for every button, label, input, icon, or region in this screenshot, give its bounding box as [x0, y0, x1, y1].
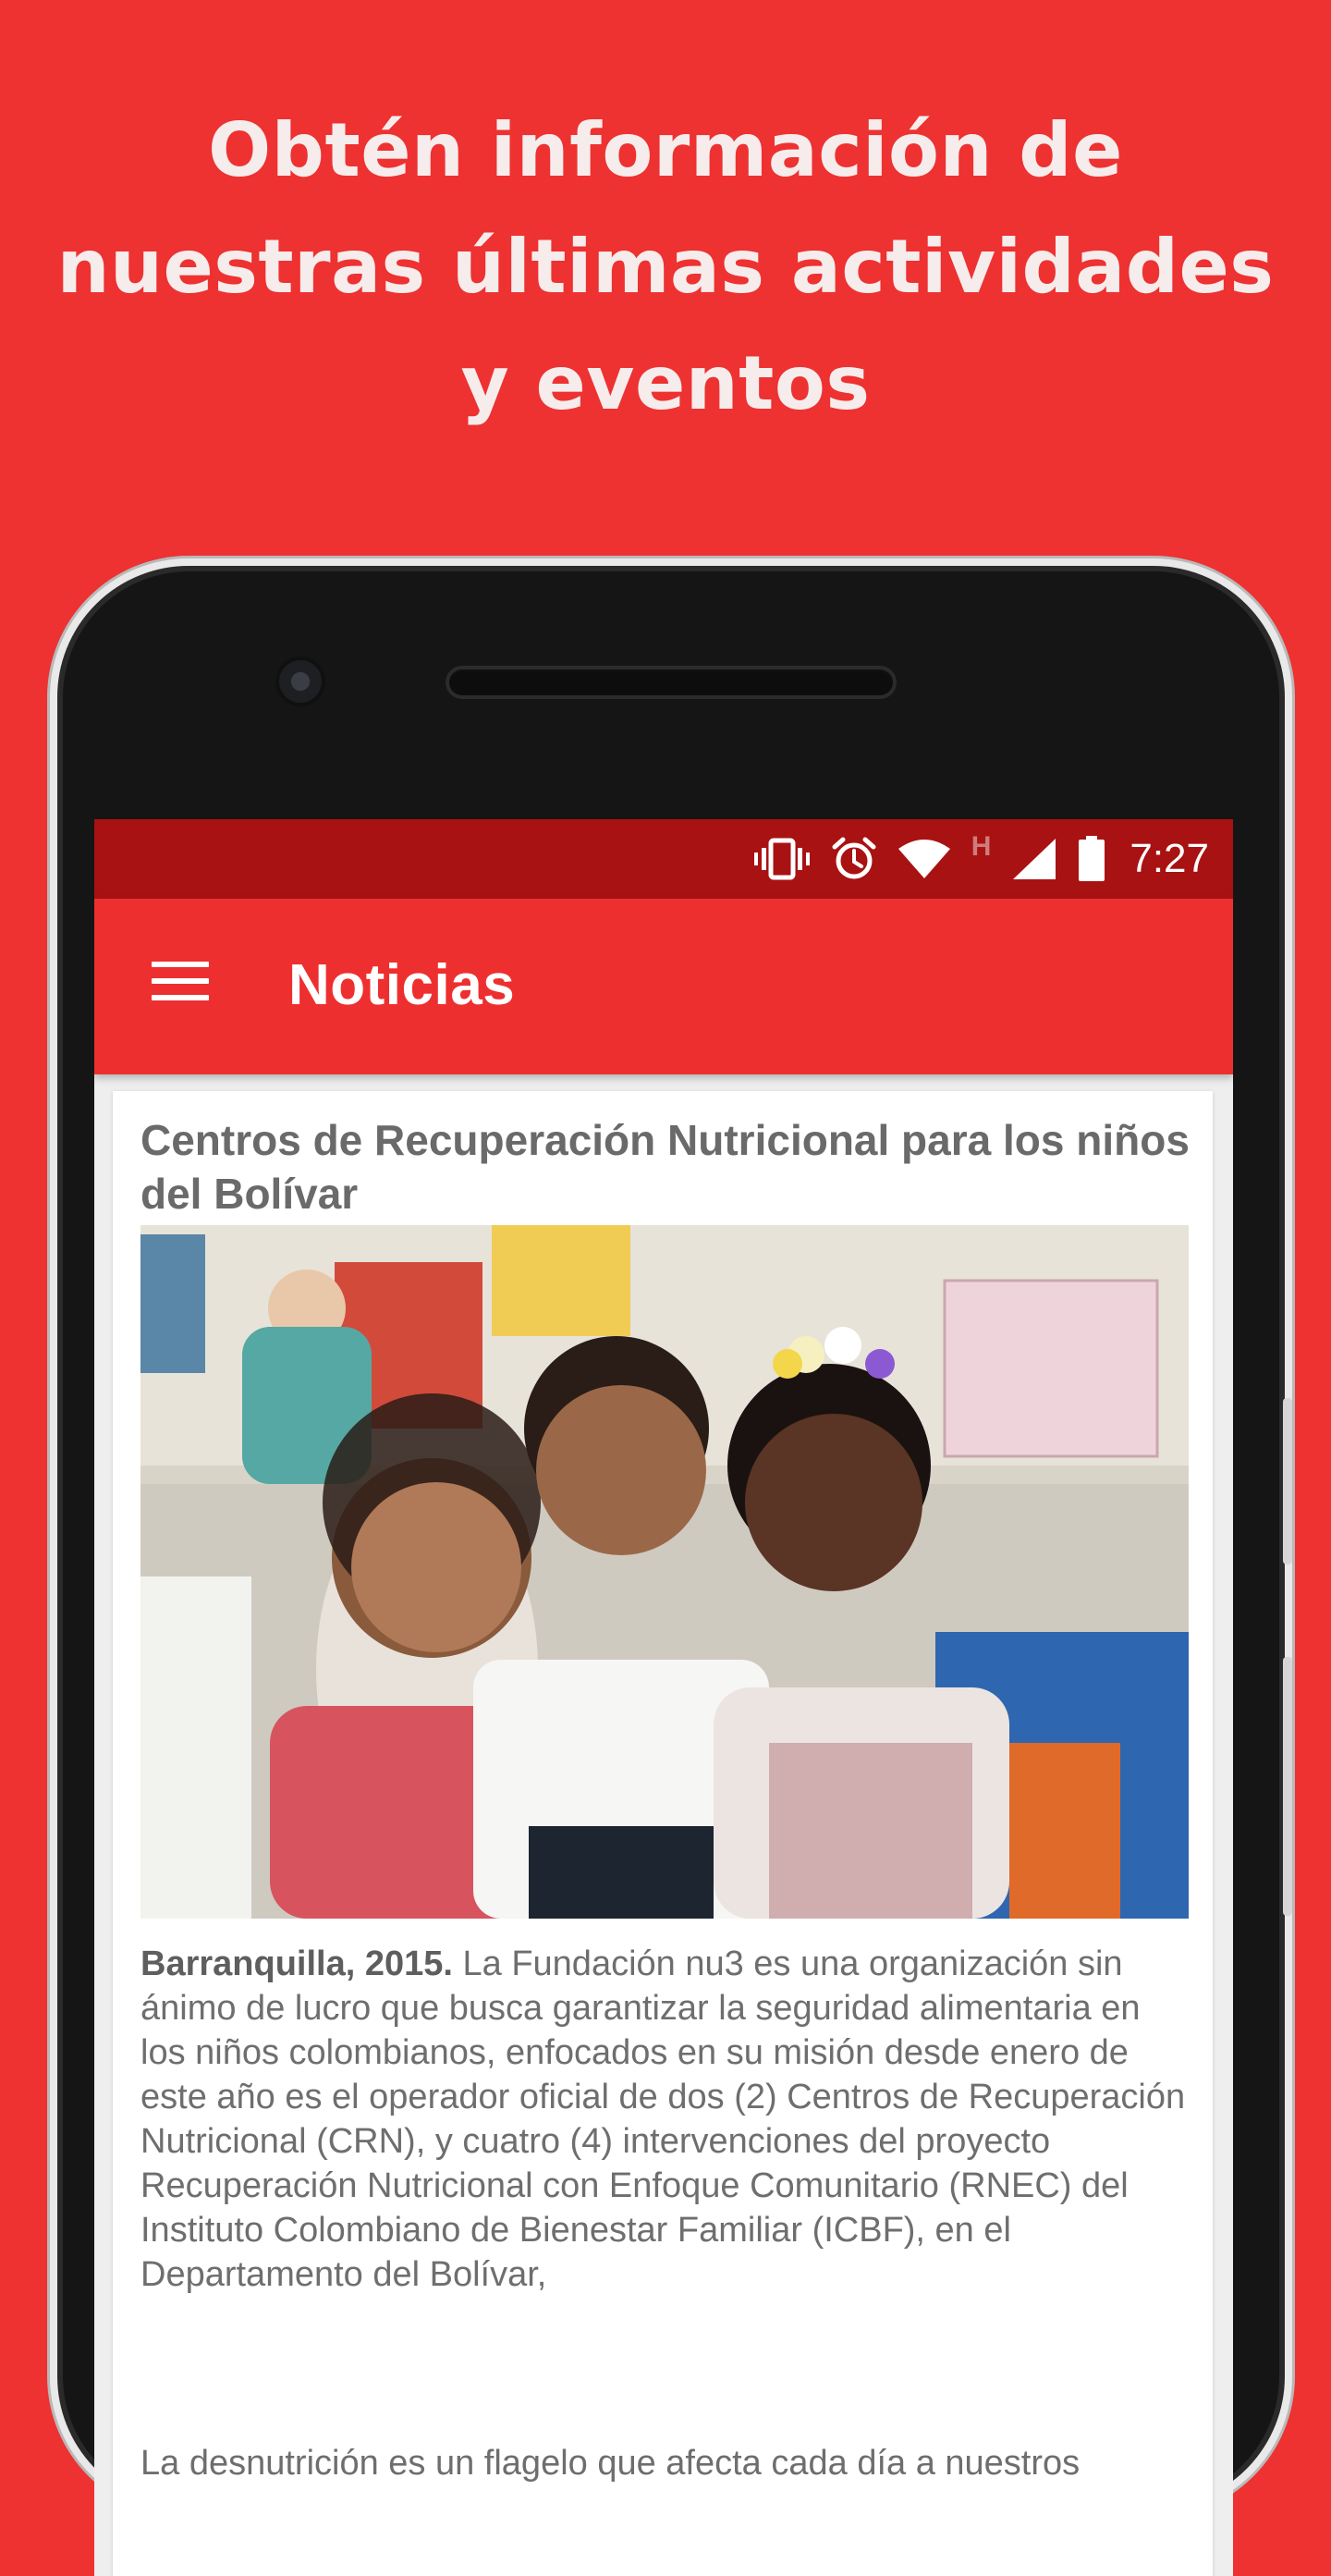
- phone-frame: H 7:27 Noticias Centros de Recuperación …: [50, 558, 1292, 2576]
- phone-power-button: [1283, 1657, 1292, 1916]
- vibrate-icon: [753, 838, 811, 880]
- news-body-paragraph-2: La desnutrición es un flagelo que afecta…: [140, 2444, 1081, 2483]
- battery-icon: [1078, 836, 1105, 882]
- status-time: 7:27: [1130, 836, 1209, 881]
- network-type-label: H: [971, 831, 992, 862]
- news-body-paragraph-1: Barranquilla, 2015. La Fundación nu3 es …: [140, 1942, 1194, 2297]
- news-card[interactable]: Centros de Recuperación Nutricional para…: [113, 1091, 1213, 2576]
- promo-heading-line-3: y eventos: [460, 340, 871, 426]
- promo-heading: Obtén información de nuestras últimas ac…: [55, 92, 1276, 442]
- phone-screen: H 7:27 Noticias Centros de Recuperación …: [94, 819, 1233, 2576]
- news-photo[interactable]: [140, 1225, 1189, 1919]
- status-icons: H 7:27: [753, 819, 1209, 899]
- news-dateline: Barranquilla, 2015.: [140, 1944, 453, 1983]
- hamburger-menu-icon[interactable]: [148, 956, 213, 1004]
- alarm-icon: [831, 836, 877, 882]
- news-title[interactable]: Centros de Recuperación Nutricional para…: [140, 1113, 1194, 1221]
- status-bar: H 7:27: [94, 819, 1233, 899]
- front-camera: [279, 660, 322, 703]
- promo-heading-line-1: Obtén información de: [208, 107, 1123, 193]
- wifi-icon: [898, 838, 951, 880]
- app-bar: Noticias: [94, 899, 1233, 1074]
- news-body-text-1: La Fundación nu3 es una organización sin…: [140, 1944, 1186, 2294]
- phone-volume-button: [1283, 1398, 1292, 1564]
- promo-heading-line-2: nuestras últimas actividades: [56, 224, 1275, 310]
- app-bar-title: Noticias: [288, 953, 516, 1017]
- earpiece-speaker: [446, 666, 897, 699]
- signal-icon: [1011, 837, 1057, 881]
